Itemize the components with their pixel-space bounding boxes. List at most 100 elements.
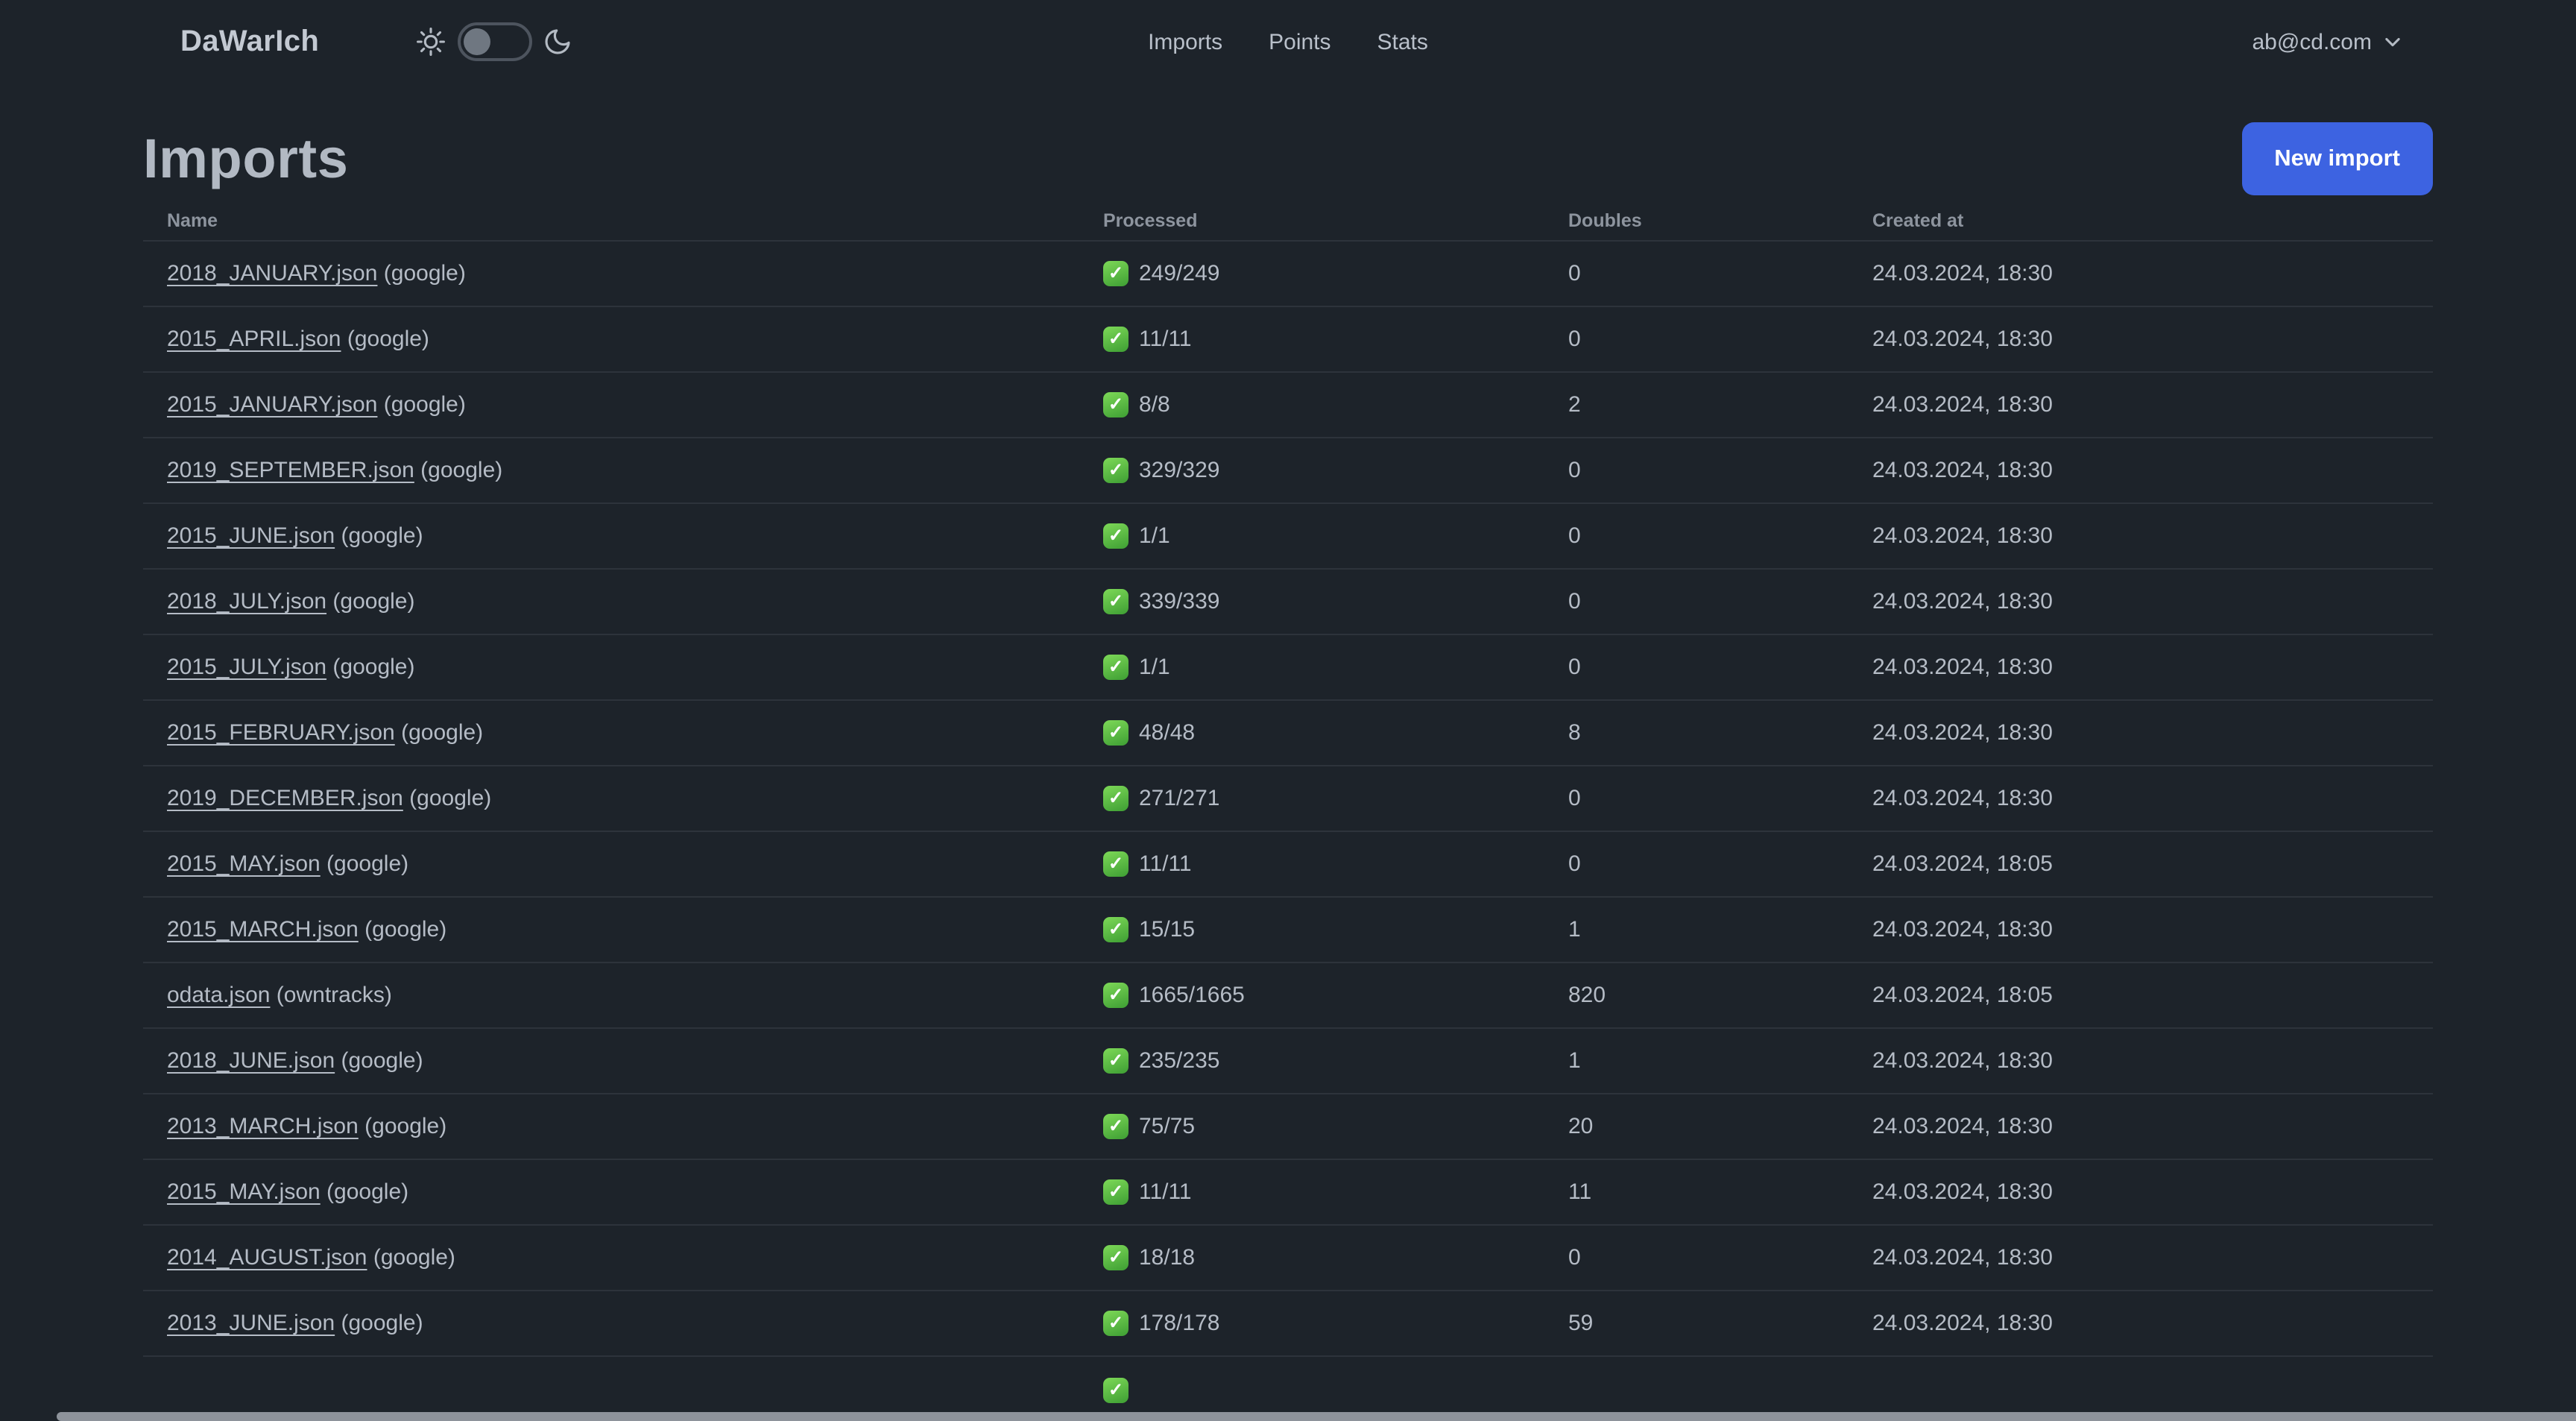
import-file-link[interactable]: odata.json — [167, 983, 270, 1008]
import-source: (owntracks) — [270, 983, 392, 1008]
cell-name: 2015_JULY.json (google) — [143, 655, 1079, 680]
cell-name: 2015_JUNE.json (google) — [143, 523, 1079, 549]
cell-name: 2015_MARCH.json (google) — [143, 917, 1079, 942]
table-row: 2013_MARCH.json (google) ✓ 75/75 20 24.03.20… — [143, 1094, 2433, 1160]
nav-item-points[interactable]: Points — [1269, 29, 1330, 54]
nav-item-imports[interactable]: Imports — [1148, 29, 1222, 54]
table-row: 2019_DECEMBER.json (google) ✓ 271/271 0 24.0… — [143, 766, 2433, 832]
cell-created-at: 24.03.2024, 18:30 — [1872, 1048, 2053, 1074]
imports-page: DaWarIch Imports Points Stats ab@cd.com … — [0, 0, 2576, 1421]
horizontal-scrollbar[interactable] — [57, 1412, 2576, 1421]
new-import-button[interactable]: New import — [2241, 122, 2433, 195]
import-file-link[interactable]: 2018_JANUARY.json — [167, 261, 377, 286]
column-header-name: Name — [167, 210, 218, 231]
cell-created-at: 24.03.2024, 18:30 — [1872, 458, 2053, 483]
cell-doubles: 2 — [1568, 392, 1581, 418]
cell-name: 2019_DECEMBER.json (google) — [143, 786, 1079, 811]
table-row: 2015_JANUARY.json (google) ✓ 8/8 2 24.03.202… — [143, 373, 2433, 438]
import-file-link[interactable]: 2014_AUGUST.json — [167, 1245, 367, 1270]
import-file-link[interactable]: 2013_JUNE.json — [167, 1311, 335, 1336]
cell-doubles: 1 — [1568, 1048, 1581, 1074]
cell-name: 2018_JUNE.json (google) — [143, 1048, 1079, 1074]
cell-created-at: 24.03.2024, 18:05 — [1872, 851, 2053, 877]
column-header-processed: Processed — [1103, 210, 1198, 231]
cell-created-at: 24.03.2024, 18:05 — [1872, 983, 2053, 1008]
cell-doubles: 8 — [1568, 720, 1581, 746]
table-row: 2015_JULY.json (google) ✓ 1/1 0 24.03.2024, … — [143, 635, 2433, 701]
import-file-link[interactable]: 2015_MAY.json — [167, 851, 321, 877]
cell-created-at: 24.03.2024, 18:30 — [1872, 720, 2053, 746]
import-source: (google) — [320, 851, 409, 877]
import-file-link[interactable]: 2015_MARCH.json — [167, 917, 359, 942]
success-check-icon: ✓ — [1103, 851, 1128, 877]
import-source: (google) — [326, 589, 415, 614]
theme-toggle[interactable] — [458, 22, 533, 61]
import-file-link[interactable]: 2015_FEBRUARY.json — [167, 720, 395, 746]
cell-created-at: 24.03.2024, 18:30 — [1872, 261, 2053, 286]
success-check-icon: ✓ — [1103, 523, 1128, 549]
table-row: 2014_AUGUST.json (google) ✓ 18/18 0 24.03.20… — [143, 1226, 2433, 1291]
cell-processed: ✓ 48/48 — [1079, 720, 1544, 746]
processed-count: 1/1 — [1139, 523, 1170, 549]
table-row: odata.json (owntracks) ✓ 1665/1665 820 24.03… — [143, 963, 2433, 1029]
import-file-link[interactable]: 2015_JANUARY.json — [167, 392, 377, 418]
cell-name: 2015_JANUARY.json (google) — [143, 392, 1079, 418]
cell-processed: ✓ 18/18 — [1079, 1245, 1544, 1270]
import-file-link[interactable]: 2015_APRIL.json — [167, 327, 341, 352]
cell-doubles: 820 — [1568, 983, 1606, 1008]
import-file-link[interactable]: 2015_MAY.json — [167, 1179, 321, 1205]
page-title: Imports — [143, 127, 349, 189]
import-file-link[interactable]: 2015_JULY.json — [167, 655, 326, 680]
import-file-link[interactable]: 2015_JUNE.json — [167, 523, 335, 549]
column-header-created-at: Created at — [1872, 210, 1964, 231]
success-check-icon: ✓ — [1103, 458, 1128, 483]
success-check-icon: ✓ — [1103, 1114, 1128, 1139]
processed-count: 8/8 — [1139, 392, 1170, 418]
cell-doubles: 0 — [1568, 589, 1581, 614]
import-source: (google) — [394, 720, 484, 746]
cell-created-at: 24.03.2024, 18:30 — [1872, 523, 2053, 549]
success-check-icon: ✓ — [1103, 786, 1128, 811]
cell-processed: ✓ 178/178 — [1079, 1311, 1544, 1336]
cell-doubles: 20 — [1568, 1114, 1594, 1139]
cell-created-at: 24.03.2024, 18:30 — [1872, 327, 2053, 352]
account-menu[interactable]: ab@cd.com — [2252, 0, 2403, 84]
processed-count: 1/1 — [1139, 655, 1170, 680]
cell-processed: ✓ 249/249 — [1079, 261, 1544, 286]
success-check-icon: ✓ — [1103, 655, 1128, 680]
import-file-link[interactable]: 2019_SEPTEMBER.json — [167, 458, 414, 483]
table-row: 2015_MARCH.json (google) ✓ 15/15 1 24.03.202… — [143, 898, 2433, 963]
app-logo[interactable]: DaWarIch — [180, 25, 319, 59]
success-check-icon: ✓ — [1103, 1245, 1128, 1270]
nav-item-stats[interactable]: Stats — [1377, 29, 1428, 54]
cell-created-at: 24.03.2024, 18:30 — [1872, 786, 2053, 811]
cell-name: 2013_MARCH.json (google) — [143, 1114, 1079, 1139]
import-source: (google) — [402, 786, 492, 811]
navbar: DaWarIch Imports Points Stats ab@cd.com — [0, 0, 2576, 84]
processed-count: 329/329 — [1139, 458, 1220, 483]
cell-doubles: 0 — [1568, 523, 1581, 549]
import-file-link[interactable]: 2018_JULY.json — [167, 589, 326, 614]
cell-doubles: 59 — [1568, 1311, 1594, 1336]
cell-created-at: 24.03.2024, 18:30 — [1872, 589, 2053, 614]
cell-processed: ✓ 15/15 — [1079, 917, 1544, 942]
cell-processed: ✓ 1/1 — [1079, 523, 1544, 549]
cell-doubles: 0 — [1568, 786, 1581, 811]
column-header-doubles: Doubles — [1568, 210, 1642, 231]
cell-processed: ✓ 329/329 — [1079, 458, 1544, 483]
import-source: (google) — [358, 1114, 447, 1139]
processed-count: 271/271 — [1139, 786, 1220, 811]
cell-name: 2014_AUGUST.json (google) — [143, 1245, 1079, 1270]
import-file-link[interactable]: 2018_JUNE.json — [167, 1048, 335, 1074]
page-head: Imports New import — [143, 122, 2433, 195]
cell-processed: ✓ 11/11 — [1079, 1179, 1544, 1205]
moon-icon — [543, 27, 572, 57]
content: Imports New import Name Processed Double… — [143, 122, 2433, 1421]
table-row: 2015_MAY.json (google) ✓ 11/11 11 24.03.2024… — [143, 1160, 2433, 1226]
processed-count: 11/11 — [1139, 327, 1192, 352]
import-file-link[interactable]: 2013_MARCH.json — [167, 1114, 359, 1139]
import-source: (google) — [358, 917, 447, 942]
cell-processed: ✓ — [1079, 1377, 1544, 1402]
import-file-link[interactable]: 2019_DECEMBER.json — [167, 786, 403, 811]
processed-count: 339/339 — [1139, 589, 1220, 614]
